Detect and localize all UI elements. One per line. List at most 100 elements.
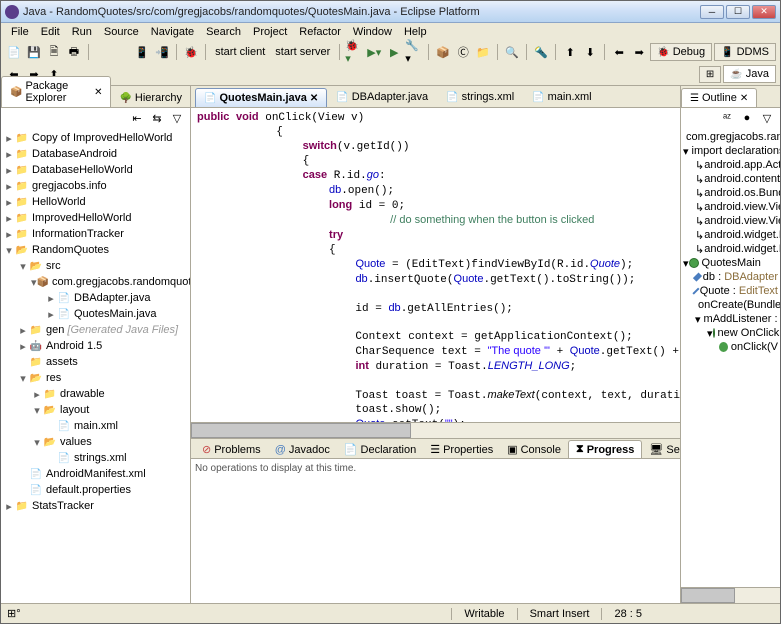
tab-properties[interactable]: ☰ Properties	[423, 441, 500, 458]
close-button[interactable]: ✕	[752, 5, 776, 19]
run-dropdown[interactable]: ▶▾	[365, 43, 383, 61]
perspective-ddms[interactable]: 📱 DDMS	[714, 43, 776, 61]
menu-source[interactable]: Source	[98, 26, 145, 38]
project-statstracker[interactable]: StatsTracker	[32, 500, 94, 512]
android-sdk-button[interactable]: 📱	[133, 43, 151, 61]
external-tools-button[interactable]: 🔧▾	[405, 43, 423, 61]
hide-fields-button[interactable]: ●	[738, 109, 756, 127]
menu-file[interactable]: File	[5, 26, 35, 38]
start-client-button[interactable]: start client	[211, 46, 269, 58]
outline-import[interactable]: android.view.View	[704, 201, 780, 213]
tab-problems[interactable]: ⊘ Problems	[195, 441, 268, 458]
project-node[interactable]: Copy of ImprovedHelloWorld	[32, 132, 172, 144]
folder-src[interactable]: src	[46, 260, 61, 272]
folder-res[interactable]: res	[46, 372, 61, 384]
menu-help[interactable]: Help	[398, 26, 433, 38]
view-menu-button[interactable]: ▽	[758, 109, 776, 127]
folder-drawable[interactable]: drawable	[60, 388, 105, 400]
project-randomquotes[interactable]: RandomQuotes	[32, 244, 109, 256]
maximize-button[interactable]: ☐	[726, 5, 750, 19]
menu-refactor[interactable]: Refactor	[293, 26, 347, 38]
outline-anon-class[interactable]: new OnClickLi	[718, 327, 780, 339]
search-button[interactable]: 🔦	[532, 43, 550, 61]
library-android[interactable]: Android 1.5	[46, 340, 102, 352]
outline-import[interactable]: android.os.Bundle	[704, 187, 780, 199]
outline-field-quote[interactable]: Quote : EditText	[700, 285, 778, 297]
menu-run[interactable]: Run	[66, 26, 98, 38]
tab-progress[interactable]: ⧗ Progress	[568, 440, 642, 458]
tab-package-explorer[interactable]: 📦 Package Explorer ✕	[1, 76, 111, 107]
editor-horizontal-scrollbar[interactable]	[191, 422, 680, 438]
save-button[interactable]: 💾	[25, 43, 43, 61]
editor-tab-dbadapter[interactable]: 📄 DBAdapter.java	[327, 87, 437, 107]
view-menu-button[interactable]: ▽	[168, 109, 186, 127]
folder-assets[interactable]: assets	[46, 356, 78, 368]
sort-button[interactable]: ᵃᶻ	[718, 109, 736, 127]
tab-hierarchy[interactable]: 🌳 Hierarchy	[111, 89, 190, 107]
perspective-debug[interactable]: 🐞 Debug	[650, 43, 712, 61]
project-node[interactable]: DatabaseAndroid	[32, 148, 117, 160]
open-type-button[interactable]: 🔍	[503, 43, 521, 61]
avd-button[interactable]: 📲	[153, 43, 171, 61]
outline-class[interactable]: QuotesMain	[702, 257, 761, 269]
forward-button[interactable]: ➡	[630, 43, 648, 61]
outline-import[interactable]: android.app.Activit	[704, 159, 780, 171]
outline-import[interactable]: android.content.Co	[704, 173, 780, 185]
new-package-button[interactable]: 📦	[434, 43, 452, 61]
open-perspective-button[interactable]: ⊞	[699, 66, 721, 83]
outline-tree[interactable]: com.gregjacobs.random ▾import declaratio…	[681, 128, 780, 587]
editor-tab-quotesmain[interactable]: 📄 QuotesMain.java ✕	[195, 88, 327, 107]
outline-import[interactable]: android.view.View.O	[704, 215, 780, 227]
menu-edit[interactable]: Edit	[35, 26, 66, 38]
project-node[interactable]: DatabaseHelloWorld	[32, 164, 133, 176]
outline-method-oncreate[interactable]: onCreate(Bundle)	[698, 299, 780, 311]
back-button[interactable]: ⬅	[610, 43, 628, 61]
code-editor[interactable]: public void onClick(View v) { switch(v.g…	[191, 108, 680, 422]
file-dbadapter[interactable]: DBAdapter.java	[74, 292, 150, 304]
print-button[interactable]: 🖶	[65, 43, 83, 61]
outline-package[interactable]: com.gregjacobs.random	[686, 131, 780, 143]
save-all-button[interactable]: 🗎	[45, 43, 63, 61]
new-class-button[interactable]: Ⓒ	[454, 43, 472, 61]
menu-project[interactable]: Project	[247, 26, 293, 38]
outline-field-listener[interactable]: mAddListener : On	[704, 313, 780, 325]
menu-search[interactable]: Search	[200, 26, 247, 38]
outline-import[interactable]: android.widget.But	[704, 229, 780, 241]
outline-import[interactable]: android.widget.Edit	[704, 243, 780, 255]
menu-navigate[interactable]: Navigate	[145, 26, 200, 38]
file-quotesmain[interactable]: QuotesMain.java	[74, 308, 157, 320]
project-node[interactable]: gregjacobs.info	[32, 180, 107, 192]
folder-values[interactable]: values	[60, 436, 92, 448]
project-node[interactable]: InformationTracker	[32, 228, 124, 240]
outline-horizontal-scrollbar[interactable]	[681, 587, 780, 603]
menu-window[interactable]: Window	[347, 26, 398, 38]
tab-console[interactable]: ▣ Console	[500, 441, 568, 458]
annotation-prev-button[interactable]: ⬆	[561, 43, 579, 61]
outline-method-onclick[interactable]: onClick(V	[731, 341, 778, 353]
perspective-java[interactable]: ☕ Java	[723, 65, 776, 83]
minimize-button[interactable]: ─	[700, 5, 724, 19]
debug-icon[interactable]: 🐞	[182, 43, 200, 61]
outline-imports[interactable]: import declarations	[692, 145, 780, 157]
project-node[interactable]: HelloWorld	[32, 196, 86, 208]
package-explorer-tree[interactable]: ▸📁Copy of ImprovedHelloWorld ▸📁DatabaseA…	[1, 128, 190, 603]
folder-gen[interactable]: gen [Generated Java Files]	[46, 324, 178, 336]
editor-tab-stringsxml[interactable]: 📄 strings.xml	[437, 87, 523, 107]
annotation-next-button[interactable]: ⬇	[581, 43, 599, 61]
file-manifest[interactable]: AndroidManifest.xml	[46, 468, 146, 480]
outline-field-db[interactable]: db : DBAdapter	[703, 271, 778, 283]
file-defprops[interactable]: default.properties	[46, 484, 131, 496]
file-mainxml[interactable]: main.xml	[74, 420, 118, 432]
editor-tab-mainxml[interactable]: 📄 main.xml	[523, 87, 600, 107]
tab-outline[interactable]: ☰ Outline ✕	[681, 88, 757, 107]
folder-layout[interactable]: layout	[60, 404, 89, 416]
new-folder-button[interactable]: 📁	[474, 43, 492, 61]
package-node[interactable]: com.gregjacobs.randomquotes	[52, 276, 190, 288]
run-last-button[interactable]: ▶	[385, 43, 403, 61]
collapse-all-button[interactable]: ⇤	[128, 109, 146, 127]
debug-dropdown[interactable]: 🐞▾	[345, 43, 363, 61]
start-server-button[interactable]: start server	[271, 46, 334, 58]
project-node[interactable]: ImprovedHelloWorld	[32, 212, 131, 224]
file-stringsxml[interactable]: strings.xml	[74, 452, 127, 464]
link-editor-button[interactable]: ⇆	[148, 109, 166, 127]
